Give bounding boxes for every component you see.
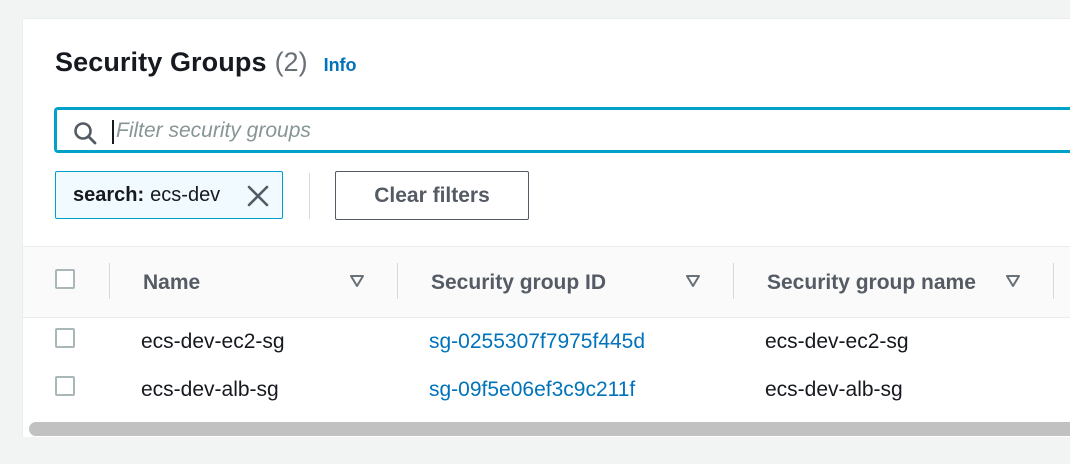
column-header-group-id[interactable]: Security group ID (431, 271, 606, 295)
table-row[interactable]: ecs-dev-alb-sg sg-09f5e06ef3c9c211f ecs-… (23, 367, 1070, 415)
select-all-checkbox[interactable] (55, 269, 75, 289)
filter-token: search: ecs-dev (55, 171, 283, 219)
cell-group-id-link[interactable]: sg-09f5e06ef3c9c211f (429, 378, 635, 402)
column-divider (397, 263, 398, 299)
search-input[interactable] (116, 116, 1016, 146)
column-divider (1053, 263, 1054, 299)
horizontal-scrollbar-thumb[interactable] (29, 422, 1070, 436)
filter-token-key: search: (73, 183, 145, 206)
info-link[interactable]: Info (324, 55, 357, 76)
sort-icon[interactable] (685, 274, 701, 288)
sort-icon[interactable] (349, 274, 365, 288)
table-header: Name Security group ID Security group na… (23, 246, 1070, 318)
item-count: (2) (274, 47, 308, 77)
text-caret (112, 120, 114, 144)
search-icon (74, 122, 97, 145)
column-divider (733, 263, 734, 299)
filter-search-box[interactable] (54, 107, 1070, 153)
sort-icon[interactable] (1005, 274, 1021, 288)
clear-filters-button[interactable]: Clear filters (335, 171, 529, 220)
row-checkbox[interactable] (55, 376, 75, 396)
panel-header: Security Groups (2) Info (55, 47, 357, 78)
security-groups-panel: Security Groups (2) Info search: ecs-dev… (22, 18, 1070, 437)
filter-token-value: ecs-dev (150, 183, 221, 206)
cell-group-name: ecs-dev-ec2-sg (765, 330, 909, 353)
page-title: Security Groups (55, 47, 267, 77)
cell-name: ecs-dev-ec2-sg (141, 330, 285, 353)
toolbar-divider (309, 173, 310, 219)
close-icon[interactable] (246, 184, 270, 208)
column-header-group-name[interactable]: Security group name (767, 271, 976, 295)
column-header-name[interactable]: Name (143, 271, 200, 295)
cell-group-id-link[interactable]: sg-0255307f7975f445d (429, 330, 645, 354)
column-divider (109, 263, 110, 299)
cell-group-name: ecs-dev-alb-sg (765, 378, 903, 401)
cell-name: ecs-dev-alb-sg (141, 378, 279, 401)
row-checkbox[interactable] (55, 328, 75, 348)
table-row[interactable]: ecs-dev-ec2-sg sg-0255307f7975f445d ecs-… (23, 319, 1070, 367)
